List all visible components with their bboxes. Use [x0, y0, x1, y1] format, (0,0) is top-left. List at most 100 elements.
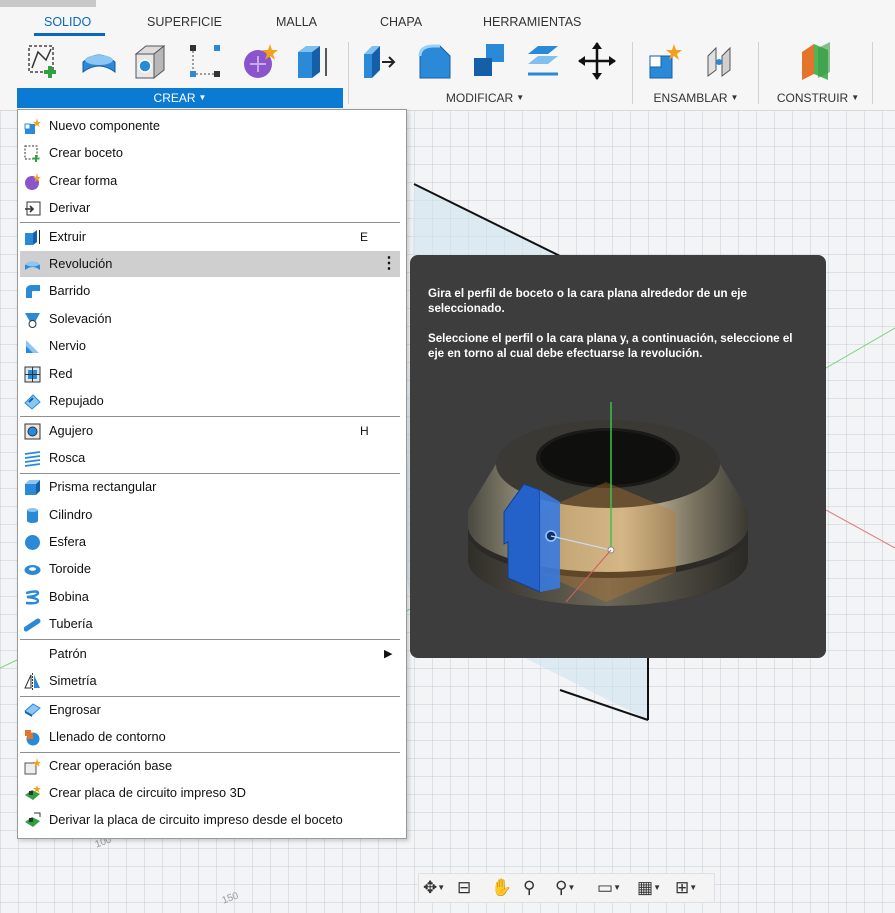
menu-item-prisma-rectangular[interactable]: Prisma rectangular — [20, 474, 400, 500]
menu-item-label: Prisma rectangular — [49, 479, 157, 494]
pan-icon[interactable]: ✋ — [491, 877, 512, 899]
menu-item-red[interactable]: Red — [20, 361, 400, 387]
viewports-icon[interactable]: ⊞▼ — [675, 877, 697, 899]
display-settings-icon[interactable]: ▭▼ — [597, 877, 621, 899]
menu-item-label: Agujero — [49, 423, 94, 438]
menu-item-label: Esfera — [49, 534, 86, 549]
crear-dropdown-button[interactable]: CREAR ▼ — [17, 88, 343, 108]
derive-pcb-icon — [25, 812, 41, 827]
tooltip-instructions: Seleccione el perfil o la cara plana y, … — [428, 332, 793, 360]
box-icon[interactable] — [130, 40, 168, 82]
create-sketch-icon — [24, 145, 40, 162]
combine-icon[interactable] — [470, 40, 508, 82]
menu-item-label: Red — [49, 366, 73, 381]
submenu-arrow-icon: ▶ — [384, 648, 393, 660]
window-strip — [0, 0, 96, 7]
emboss-icon — [24, 394, 41, 410]
menu-item-label: Crear boceto — [49, 145, 123, 160]
menu-item-nuevo-componente[interactable]: Nuevo componente — [20, 113, 400, 139]
menu-item-extruir[interactable]: Extruir E — [20, 224, 400, 250]
thread-icon — [24, 451, 41, 467]
menu-item-label: Toroide — [49, 561, 91, 576]
menu-item-label: Crear placa de circuito impreso 3D — [49, 785, 247, 800]
fillet-icon[interactable] — [416, 40, 454, 82]
web-icon — [24, 366, 41, 383]
menu-item-toroide[interactable]: Toroide — [20, 556, 400, 582]
tab-superficie[interactable]: SUPERFICIE — [147, 14, 222, 36]
press-pull-icon[interactable] — [360, 40, 398, 82]
menu-item-crear-boceto[interactable]: Crear boceto — [20, 140, 400, 166]
zoom-icon[interactable]: ⚲ — [523, 877, 535, 899]
new-component-icon[interactable] — [646, 40, 684, 82]
menu-item-label: Rosca — [49, 450, 86, 465]
create-sketch-icon[interactable] — [24, 40, 62, 82]
menu-item-derivar[interactable]: Derivar — [20, 195, 400, 221]
ensamblar-dropdown-button[interactable]: ENSAMBLAR ▼ — [640, 88, 752, 108]
tab-chapa[interactable]: CHAPA — [380, 14, 422, 36]
tab-herramientas[interactable]: HERRAMIENTAS — [483, 14, 581, 36]
extrude-icon[interactable] — [294, 40, 332, 82]
modificar-label: MODIFICAR — [445, 91, 514, 105]
menu-item-rosca[interactable]: Rosca — [20, 445, 400, 471]
chevron-down-icon: ▼ — [851, 93, 860, 102]
boundary-fill-icon — [25, 730, 40, 746]
tab-solido[interactable]: SOLIDO — [33, 14, 106, 36]
menu-item-agujero[interactable]: Agujero H — [20, 418, 400, 444]
group-separator — [872, 42, 873, 104]
menu-item-patron[interactable]: Patrón ▶ — [20, 641, 400, 667]
revolve-illustration — [468, 402, 748, 606]
revolve-icon[interactable] — [80, 40, 118, 82]
menu-item-label: Crear forma — [49, 173, 118, 188]
menu-item-label: Solevación — [49, 311, 112, 326]
menu-item-label: Barrido — [49, 283, 91, 298]
joint-icon[interactable] — [702, 40, 740, 82]
orbit-icon[interactable]: ✥▼ — [423, 877, 445, 899]
pcb-icon — [25, 785, 41, 800]
fit-icon[interactable]: ⚲▼ — [555, 877, 575, 899]
menu-item-label: Cilindro — [49, 507, 93, 522]
menu-item-solevacion[interactable]: Solevación — [20, 306, 400, 332]
menu-item-simetria[interactable]: Simetría — [20, 668, 400, 694]
menu-item-crear-forma[interactable]: Crear forma — [20, 168, 400, 194]
offset-face-icon[interactable] — [524, 40, 562, 82]
menu-item-label: Patrón — [49, 646, 87, 661]
menu-item-label: Derivar la placa de circuito impreso des… — [49, 812, 343, 827]
menu-item-llenado-contorno[interactable]: Llenado de contorno — [20, 724, 400, 750]
tab-malla[interactable]: MALLA — [276, 14, 317, 36]
menu-item-esfera[interactable]: Esfera — [20, 529, 400, 555]
create-form-icon[interactable] — [240, 40, 278, 82]
torus-icon — [24, 565, 41, 575]
crear-label: CREAR — [153, 91, 196, 105]
extrude-icon — [25, 230, 40, 245]
menu-item-crear-placa-3d[interactable]: Crear placa de circuito impreso 3D — [20, 780, 400, 806]
more-options-icon[interactable]: ⋮ — [381, 251, 397, 277]
menu-item-tuberia[interactable]: Tubería — [20, 611, 400, 637]
modificar-dropdown-button[interactable]: MODIFICAR ▼ — [430, 88, 540, 108]
create-form-icon — [25, 173, 41, 190]
revolve-icon — [25, 261, 40, 270]
menu-item-nervio[interactable]: Nervio — [20, 333, 400, 359]
rib-icon — [26, 340, 39, 353]
hole-icon — [24, 423, 41, 440]
move-icon[interactable] — [578, 40, 616, 82]
grid-icon[interactable]: ▦▼ — [637, 877, 661, 899]
construir-dropdown-button[interactable]: CONSTRUIR ▼ — [770, 88, 866, 108]
menu-item-barrido[interactable]: Barrido — [20, 278, 400, 304]
menu-item-revolucion[interactable]: Revolución ⋮ — [20, 251, 400, 277]
plane-icon[interactable] — [798, 40, 836, 82]
look-at-icon[interactable]: ⊟ — [457, 877, 471, 899]
menu-item-derivar-placa[interactable]: Derivar la placa de circuito impreso des… — [20, 807, 400, 833]
group-separator — [348, 42, 349, 104]
thicken-icon — [24, 703, 41, 717]
menu-item-label: Nervio — [49, 338, 86, 353]
menu-item-engrosar[interactable]: Engrosar — [20, 697, 400, 723]
menu-item-repujado[interactable]: Repujado — [20, 388, 400, 414]
menu-item-cilindro[interactable]: Cilindro — [20, 502, 400, 528]
cylinder-icon — [27, 508, 38, 523]
ribbon-toolbar: SOLIDO SUPERFICIE MALLA CHAPA HERRAMIENT… — [0, 0, 895, 111]
construction-icon[interactable] — [186, 40, 224, 82]
revolve-tooltip: Gira el perfil de boceto o la cara plana… — [410, 255, 826, 658]
menu-item-bobina[interactable]: Bobina — [20, 584, 400, 610]
mirror-icon — [24, 673, 40, 690]
menu-item-crear-operacion-base[interactable]: Crear operación base — [20, 753, 400, 779]
